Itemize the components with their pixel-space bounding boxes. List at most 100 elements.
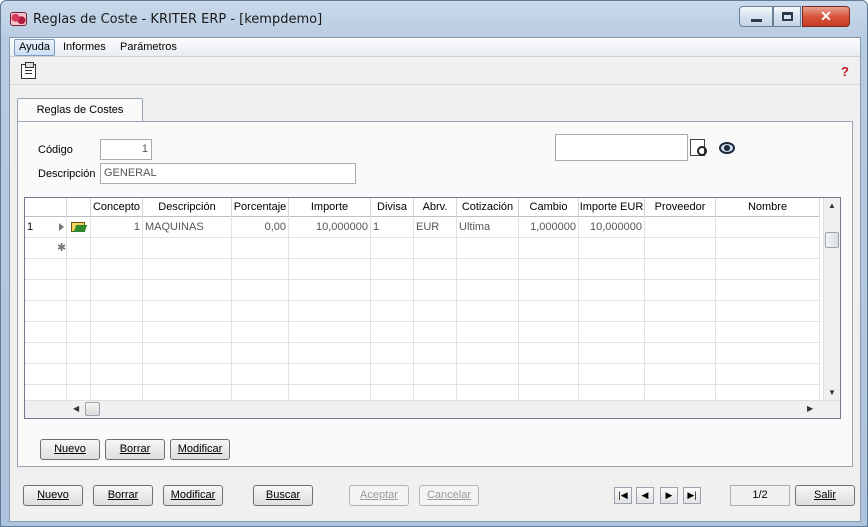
vertical-scrollbar[interactable]: ▲ ▼ bbox=[823, 198, 840, 401]
folder-open-icon[interactable] bbox=[71, 222, 85, 232]
previous-icon: ◀ bbox=[641, 490, 649, 500]
table-row[interactable]: 1 1 MAQUINAS 0,00 10,000000 1 EUR Ultima… bbox=[25, 217, 820, 238]
help-icon[interactable]: ? bbox=[838, 65, 852, 79]
header-nombre[interactable]: Nombre bbox=[716, 198, 820, 217]
codigo-field[interactable]: 1 bbox=[100, 139, 152, 160]
cell-cambio[interactable]: 1,000000 bbox=[519, 217, 579, 238]
salir-button[interactable]: Salir bbox=[795, 485, 855, 506]
empty-grid-row bbox=[25, 259, 820, 280]
title-bar[interactable]: Reglas de Coste - KRITER ERP - [kempdemo… bbox=[1, 1, 867, 37]
nuevo-button[interactable]: Nuevo bbox=[23, 485, 83, 506]
minimize-button[interactable] bbox=[739, 6, 773, 27]
panel-borrar-button[interactable]: Borrar bbox=[105, 439, 165, 460]
header-importe[interactable]: Importe bbox=[289, 198, 371, 217]
scroll-up-icon[interactable]: ▲ bbox=[828, 201, 836, 210]
borrar-button[interactable]: Borrar bbox=[93, 485, 153, 506]
cancelar-button[interactable]: Cancelar bbox=[419, 485, 479, 506]
menu-informes[interactable]: Informes bbox=[59, 39, 110, 56]
grid-header: Concepto Descripción Porcentaje Importe … bbox=[25, 198, 820, 217]
modificar-button[interactable]: Modificar bbox=[163, 485, 223, 506]
empty-cell bbox=[232, 364, 289, 385]
cell-nombre[interactable] bbox=[716, 217, 820, 238]
empty-cell bbox=[289, 322, 371, 343]
empty-cell bbox=[371, 322, 414, 343]
horizontal-scroll-thumb[interactable] bbox=[85, 402, 100, 416]
empty-cell bbox=[579, 343, 645, 364]
header-divisa[interactable]: Divisa bbox=[371, 198, 414, 217]
aceptar-button[interactable]: Aceptar bbox=[349, 485, 409, 506]
empty-cell[interactable] bbox=[645, 238, 716, 259]
header-proveedor[interactable]: Proveedor bbox=[645, 198, 716, 217]
current-row-icon bbox=[59, 223, 64, 231]
empty-cell[interactable] bbox=[519, 238, 579, 259]
cell-abrv[interactable]: EUR bbox=[414, 217, 457, 238]
empty-cell bbox=[645, 280, 716, 301]
cell-proveedor[interactable] bbox=[645, 217, 716, 238]
cell-descripcion[interactable]: MAQUINAS bbox=[143, 217, 232, 238]
close-button[interactable]: ✕ bbox=[802, 6, 850, 27]
header-concepto[interactable]: Concepto bbox=[91, 198, 143, 217]
menu-ayuda[interactable]: Ayuda bbox=[14, 39, 55, 56]
header-cambio[interactable]: Cambio bbox=[519, 198, 579, 217]
next-icon: ▶ bbox=[665, 490, 673, 500]
descripcion-field[interactable]: GENERAL bbox=[100, 163, 356, 184]
last-record-button[interactable]: ▶| bbox=[683, 487, 701, 504]
empty-cell[interactable] bbox=[716, 238, 820, 259]
empty-cell bbox=[91, 280, 143, 301]
menu-parametros[interactable]: Parámetros bbox=[116, 39, 181, 56]
header-cotizacion[interactable]: Cotización bbox=[457, 198, 519, 217]
empty-cell bbox=[91, 364, 143, 385]
empty-cell bbox=[716, 343, 820, 364]
previous-record-button[interactable]: ◀ bbox=[636, 487, 654, 504]
first-record-button[interactable]: |◀ bbox=[614, 487, 632, 504]
cell-cotizacion[interactable]: Ultima bbox=[457, 217, 519, 238]
scroll-left-icon[interactable]: ◀ bbox=[73, 404, 79, 413]
cell-importe[interactable]: 10,000000 bbox=[289, 217, 371, 238]
scroll-right-icon[interactable]: ▶ bbox=[807, 404, 813, 413]
empty-cell[interactable] bbox=[232, 238, 289, 259]
vertical-scroll-thumb[interactable] bbox=[825, 232, 839, 248]
toolbar: ? bbox=[10, 57, 860, 85]
header-descripcion[interactable]: Descripción bbox=[143, 198, 232, 217]
document-search-icon[interactable] bbox=[690, 139, 707, 156]
tab-reglas-de-costes[interactable]: Reglas de Costes bbox=[17, 98, 143, 122]
horizontal-scrollbar[interactable]: ◀ ▶ bbox=[25, 400, 840, 418]
empty-cell[interactable] bbox=[289, 238, 371, 259]
empty-cell bbox=[457, 343, 519, 364]
empty-cell[interactable] bbox=[579, 238, 645, 259]
cell-concepto[interactable]: 1 bbox=[91, 217, 143, 238]
header-importe-eur[interactable]: Importe EUR bbox=[579, 198, 645, 217]
buscar-button[interactable]: Buscar bbox=[253, 485, 313, 506]
scroll-down-icon[interactable]: ▼ bbox=[828, 388, 836, 397]
empty-cell bbox=[519, 322, 579, 343]
empty-cell bbox=[414, 343, 457, 364]
empty-cell bbox=[289, 364, 371, 385]
cell-importe-eur[interactable]: 10,000000 bbox=[579, 217, 645, 238]
empty-cell bbox=[143, 259, 232, 280]
panel-modificar-button[interactable]: Modificar bbox=[170, 439, 230, 460]
new-row-icon: ✱ bbox=[57, 242, 67, 254]
panel-nuevo-button[interactable]: Nuevo bbox=[40, 439, 100, 460]
header-porcentaje[interactable]: Porcentaje bbox=[232, 198, 289, 217]
empty-cell[interactable] bbox=[457, 238, 519, 259]
cell-divisa[interactable]: 1 bbox=[371, 217, 414, 238]
empty-cell[interactable] bbox=[143, 238, 232, 259]
empty-cell bbox=[457, 322, 519, 343]
header-abrv[interactable]: Abrv. bbox=[414, 198, 457, 217]
search-input[interactable] bbox=[555, 134, 688, 161]
cell-porcentaje[interactable]: 0,00 bbox=[232, 217, 289, 238]
new-row[interactable]: ✱ bbox=[25, 238, 820, 259]
maximize-button[interactable] bbox=[773, 6, 801, 27]
empty-cell[interactable] bbox=[371, 238, 414, 259]
eye-icon[interactable] bbox=[719, 142, 735, 154]
empty-cell bbox=[143, 322, 232, 343]
clipboard-icon[interactable] bbox=[21, 62, 36, 79]
empty-cell[interactable] bbox=[91, 238, 143, 259]
next-record-button[interactable]: ▶ bbox=[660, 487, 678, 504]
cost-rules-grid: Concepto Descripción Porcentaje Importe … bbox=[24, 197, 841, 419]
empty-cell bbox=[25, 259, 67, 280]
empty-cell bbox=[91, 322, 143, 343]
empty-cell bbox=[67, 280, 91, 301]
empty-grid-row bbox=[25, 322, 820, 343]
empty-cell[interactable] bbox=[414, 238, 457, 259]
